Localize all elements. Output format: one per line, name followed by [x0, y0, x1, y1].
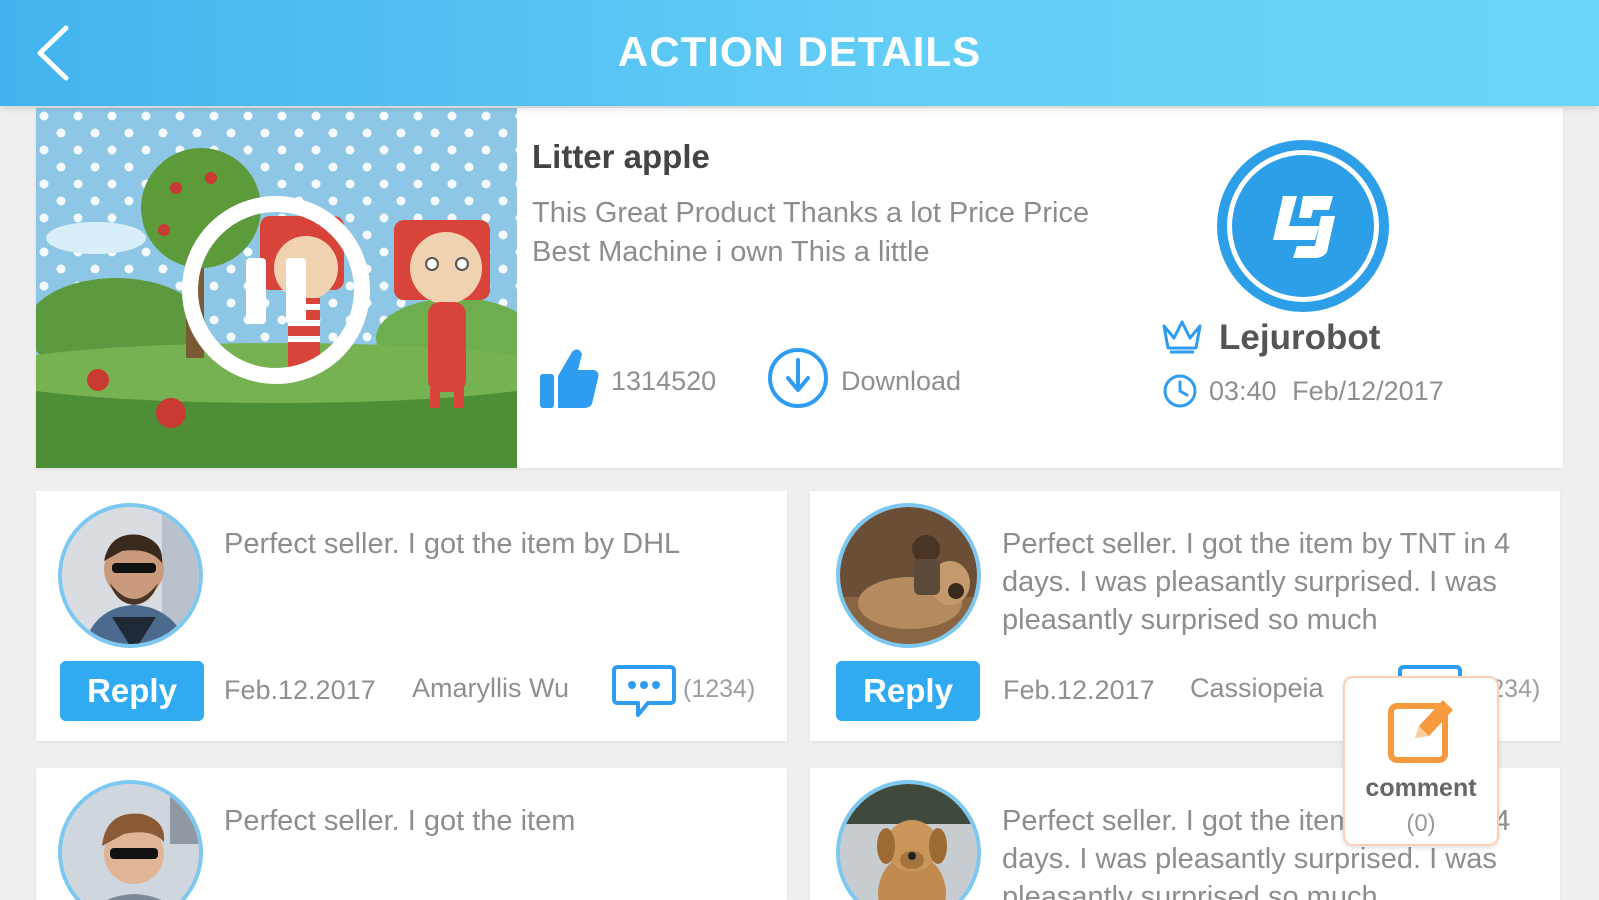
- write-comment-button[interactable]: comment (0): [1343, 676, 1499, 846]
- comment-user: Amaryllis Wu: [412, 673, 570, 703]
- avatar-image: [62, 784, 199, 900]
- avatar[interactable]: [58, 503, 203, 648]
- action-timestamp: 03:40 Feb/12/2017: [1209, 376, 1444, 407]
- comment-card: Perfect seller. I got the item by DHL Re…: [36, 491, 787, 741]
- pause-icon-bar: [286, 258, 306, 324]
- pause-button[interactable]: [182, 196, 370, 384]
- comment-text: Perfect seller. I got the item: [224, 805, 576, 837]
- reply-button[interactable]: Reply: [60, 661, 204, 721]
- avatar[interactable]: [836, 503, 981, 648]
- action-description: This Great Product Thanks a lot Price Pr…: [532, 197, 1090, 268]
- reply-count: (1234): [683, 675, 756, 703]
- comment-card: Perfect seller. I got the item: [36, 768, 787, 900]
- page-title: ACTION DETAILS: [617, 28, 982, 75]
- action-video-thumbnail[interactable]: [36, 108, 517, 468]
- comment-text: Perfect seller. I got the item by DHL: [224, 528, 681, 560]
- comment-date: Feb.12.2017: [224, 675, 376, 705]
- action-title: Litter apple: [532, 138, 710, 175]
- comment-count: (0): [1406, 810, 1436, 837]
- edit-icon: [1388, 700, 1453, 763]
- avatar-image: [62, 507, 199, 644]
- like-count: 1314520: [611, 366, 717, 396]
- download-icon[interactable]: [766, 346, 830, 410]
- clock-icon: [1163, 374, 1197, 408]
- avatar-image: [840, 784, 977, 900]
- avatar[interactable]: [836, 780, 981, 900]
- pause-icon: [246, 258, 266, 324]
- action-card: Litter apple This Great Product Thanks a…: [36, 108, 1563, 468]
- comment-date: Feb.12.2017: [1003, 675, 1155, 705]
- crown-icon: [1162, 320, 1202, 354]
- thumbs-up-icon[interactable]: [538, 346, 600, 410]
- author-name: Lejurobot: [1219, 318, 1381, 357]
- avatar-image: [840, 507, 977, 644]
- comment-label: comment: [1365, 774, 1477, 802]
- lejurobot-logo: [1217, 140, 1389, 312]
- lejurobot-logo-icon: [1273, 196, 1335, 258]
- avatar[interactable]: [58, 780, 203, 900]
- action-date: Feb/12/2017: [1292, 376, 1444, 406]
- comment-user: Cassiopeia: [1190, 673, 1324, 703]
- action-time: 03:40: [1209, 376, 1277, 406]
- message-bubble-icon[interactable]: [612, 661, 676, 721]
- top-bar: ACTION DETAILS: [0, 0, 1599, 106]
- download-button[interactable]: Download: [841, 366, 961, 397]
- comment-text: Perfect seller. I got the item by TNT in…: [1002, 528, 1511, 636]
- reply-button[interactable]: Reply: [836, 661, 980, 721]
